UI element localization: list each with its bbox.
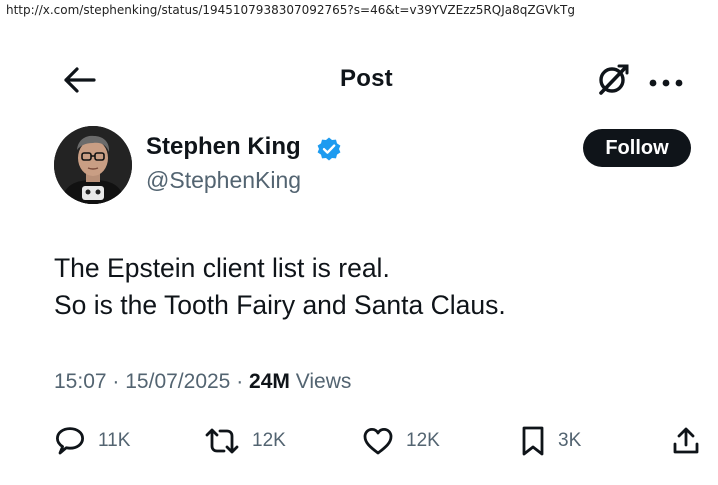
tweet-line-2: So is the Tooth Fairy and Santa Claus. bbox=[54, 290, 506, 320]
bookmark-button[interactable]: 3K bbox=[520, 425, 581, 457]
page-title: Post bbox=[340, 65, 393, 92]
like-count: 12K bbox=[406, 430, 440, 451]
meta-separator: · bbox=[236, 370, 244, 393]
tweet-meta: 15:07 · 15/07/2025 · 24M Views bbox=[54, 370, 351, 394]
author-handle[interactable]: @StephenKing bbox=[146, 167, 301, 194]
bookmark-icon bbox=[522, 426, 544, 456]
more-horizontal-icon bbox=[649, 79, 683, 87]
address-bar-url[interactable]: http://x.com/stephenking/status/19451079… bbox=[6, 3, 575, 17]
retweet-icon bbox=[205, 428, 239, 454]
verified-badge bbox=[316, 136, 342, 162]
more-options-button[interactable] bbox=[648, 75, 684, 87]
avatar-photo bbox=[54, 126, 132, 204]
heart-icon bbox=[363, 428, 393, 455]
retweet-count: 12K bbox=[252, 430, 286, 451]
meta-separator: · bbox=[112, 370, 120, 393]
follow-button[interactable]: Follow bbox=[583, 129, 691, 167]
grok-button[interactable] bbox=[596, 62, 630, 96]
verified-badge-icon bbox=[317, 137, 341, 161]
views-label: Views bbox=[295, 370, 352, 393]
reply-button[interactable]: 11K bbox=[54, 425, 130, 457]
avatar[interactable] bbox=[54, 126, 132, 204]
back-button[interactable] bbox=[62, 64, 98, 96]
reply-icon bbox=[56, 427, 84, 455]
retweet-button[interactable]: 12K bbox=[204, 425, 286, 457]
tweet-date[interactable]: 15/07/2025 bbox=[125, 370, 230, 393]
author-display-name[interactable]: Stephen King bbox=[146, 133, 301, 161]
tweet-text: The Epstein client list is real. So is t… bbox=[54, 250, 506, 324]
grok-icon bbox=[599, 64, 629, 95]
arrow-left-icon bbox=[64, 67, 96, 93]
tweet-time[interactable]: 15:07 bbox=[54, 370, 107, 393]
reply-count: 11K bbox=[98, 430, 131, 451]
share-button[interactable] bbox=[672, 425, 700, 457]
bookmark-count: 3K bbox=[558, 430, 582, 451]
share-icon bbox=[673, 427, 699, 454]
tweet-line-1: The Epstein client list is real. bbox=[54, 253, 390, 283]
like-button[interactable]: 12K bbox=[362, 425, 440, 457]
views-count[interactable]: 24M bbox=[249, 370, 290, 393]
